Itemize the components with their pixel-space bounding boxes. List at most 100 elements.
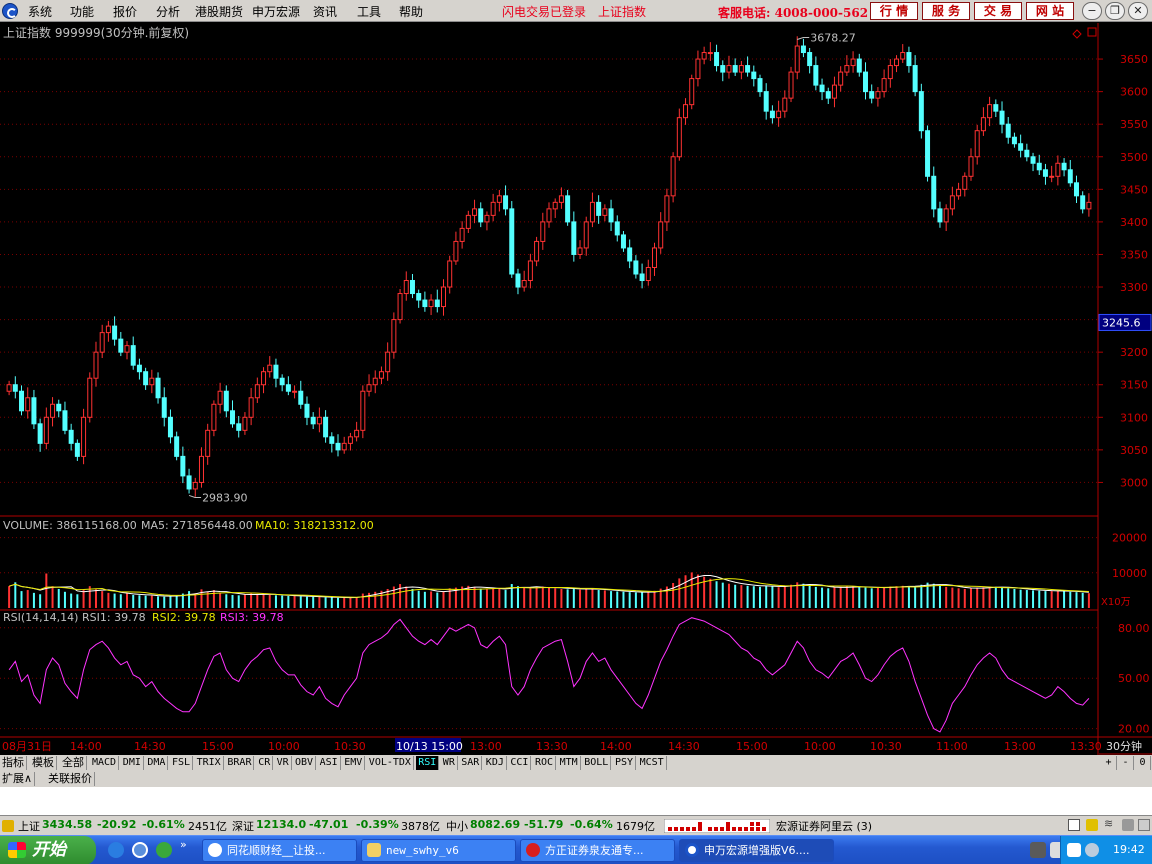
- candle-body: [223, 390, 229, 412]
- x-tick-label: 13:30: [1070, 740, 1102, 753]
- tab-vol-tdx[interactable]: VOL-TDX: [367, 756, 414, 770]
- clock[interactable]: 19:42: [1113, 843, 1145, 856]
- price-tick-label: 3600: [1120, 86, 1148, 99]
- tab--[interactable]: 模板: [30, 756, 57, 770]
- restore-icon[interactable]: ❐: [1105, 2, 1125, 20]
- tab-trix[interactable]: TRIX: [195, 756, 224, 770]
- tab-mtm[interactable]: MTM: [558, 756, 581, 770]
- menu-help[interactable]: 帮助: [399, 3, 423, 20]
- candle-body: [1011, 136, 1017, 145]
- zoom-control-0[interactable]: +: [1101, 756, 1117, 770]
- menu-quote[interactable]: 报价: [113, 3, 137, 20]
- tab-related-quotes[interactable]: 关联报价: [46, 772, 95, 786]
- candle-body: [186, 475, 192, 490]
- ie-icon[interactable]: [108, 842, 124, 858]
- server-status[interactable]: 宏源证券阿里云 (3): [776, 818, 872, 834]
- tab-brar[interactable]: BRAR: [225, 756, 255, 770]
- tab-cr[interactable]: CR: [256, 756, 274, 770]
- tab-dmi[interactable]: DMI: [121, 756, 144, 770]
- tab-emv[interactable]: EMV: [342, 756, 366, 770]
- zoom-control-1[interactable]: -: [1118, 756, 1134, 770]
- x-tick-label: 13:00: [470, 740, 502, 753]
- minimize-icon[interactable]: −: [1082, 2, 1102, 20]
- candle-body: [527, 260, 533, 282]
- menu-shenwan[interactable]: 申万宏源: [252, 3, 300, 20]
- volume-icon[interactable]: [1085, 843, 1099, 857]
- candle-body: [1049, 175, 1055, 178]
- show-desktop-icon[interactable]: [132, 842, 148, 858]
- keyboard-icon[interactable]: [1030, 842, 1046, 858]
- app-logo-icon[interactable]: [2, 3, 18, 19]
- candle-body: [43, 416, 49, 444]
- tab-kdj[interactable]: KDJ: [484, 756, 507, 770]
- tab-boll[interactable]: BOLL: [582, 756, 612, 770]
- menu-system[interactable]: 系统: [28, 3, 52, 20]
- candle-body: [813, 65, 819, 86]
- zoom-control-2[interactable]: 0: [1135, 756, 1151, 770]
- trade-button[interactable]: 交 易: [974, 2, 1022, 20]
- tab-obv[interactable]: OBV: [293, 756, 317, 770]
- tab-vr[interactable]: VR: [275, 756, 292, 770]
- candle-body: [887, 65, 893, 80]
- start-button[interactable]: 开始: [0, 836, 96, 864]
- chart-area[interactable]: 3650360035503500345034003350330032503200…: [0, 23, 1152, 755]
- candle-body: [707, 52, 713, 55]
- tab-dma[interactable]: DMA: [145, 756, 169, 770]
- x-tick-label: 11:00: [936, 740, 968, 753]
- tab-mcst[interactable]: MCST: [638, 756, 667, 770]
- task-fangzheng[interactable]: 方正证券泉友通专...: [520, 839, 675, 862]
- tab-rsi[interactable]: RSI: [416, 756, 440, 770]
- tab-fsl[interactable]: FSL: [170, 756, 194, 770]
- candle-body: [279, 377, 285, 386]
- task-label: new_swhy_v6: [386, 844, 459, 857]
- candle-body: [763, 91, 769, 112]
- task-shenwan[interactable]: 申万宏源增强版V6....: [679, 839, 834, 862]
- tab--[interactable]: 指标: [0, 756, 27, 770]
- task-folder[interactable]: new_swhy_v6: [361, 839, 516, 862]
- note-icon[interactable]: [1086, 819, 1098, 831]
- tab-macd[interactable]: MACD: [90, 756, 120, 770]
- candle-body: [838, 71, 844, 86]
- menu-info[interactable]: 资讯: [313, 3, 337, 20]
- quicklaunch-expand-icon[interactable]: »: [180, 838, 187, 851]
- candle-body: [1067, 169, 1073, 184]
- candle-body: [627, 247, 633, 262]
- flash-trade-status[interactable]: 闪电交易已登录: [502, 3, 586, 20]
- menu-function[interactable]: 功能: [70, 3, 94, 20]
- window-icon[interactable]: [1068, 819, 1080, 831]
- close-icon[interactable]: ✕: [1128, 2, 1148, 20]
- volume-ma10-label: MA10: 318213312.00: [255, 519, 374, 532]
- x-tick-label: 13:30: [536, 740, 568, 753]
- website-button[interactable]: 网 站: [1026, 2, 1074, 20]
- candle-body: [993, 104, 999, 112]
- media-icon[interactable]: [156, 842, 172, 858]
- tab-cci[interactable]: CCI: [508, 756, 532, 770]
- tab-sar[interactable]: SAR: [459, 756, 483, 770]
- market-button[interactable]: 行 情: [870, 2, 918, 20]
- network-icon[interactable]: [1067, 843, 1081, 857]
- sz-name[interactable]: 深证: [232, 818, 254, 834]
- candle-body: [130, 345, 136, 366]
- tab-wr[interactable]: WR: [441, 756, 458, 770]
- menu-tools[interactable]: 工具: [357, 3, 381, 20]
- sh-name[interactable]: 上证: [18, 818, 40, 834]
- rsi3-label: RSI3: 39.78: [220, 611, 284, 624]
- signal-icon[interactable]: ≋: [1104, 817, 1113, 830]
- tab--[interactable]: 全部: [60, 756, 87, 770]
- index-link[interactable]: 上证指数: [598, 3, 646, 20]
- tab-psy[interactable]: PSY: [613, 756, 637, 770]
- tab-expand[interactable]: 扩展∧: [0, 772, 36, 786]
- menu-analysis[interactable]: 分析: [156, 3, 180, 20]
- tab-asi[interactable]: ASI: [318, 756, 341, 770]
- price-tick-label: 3400: [1120, 216, 1148, 229]
- lock-status-icon[interactable]: [1122, 819, 1134, 831]
- candle-body: [912, 65, 918, 93]
- service-button[interactable]: 服 务: [922, 2, 970, 20]
- zx-name[interactable]: 中小: [446, 818, 468, 834]
- candle-body: [683, 104, 689, 119]
- tray-menu-icon[interactable]: [1138, 819, 1150, 831]
- menu-hk-futures[interactable]: 港股期货: [195, 3, 243, 20]
- windows-taskbar: 开始 » 同花顺财经__让投... new_swhy_v6 方正证券泉友通专..…: [0, 835, 1152, 864]
- task-tonghuashun[interactable]: 同花顺财经__让投...: [202, 839, 357, 862]
- tab-roc[interactable]: ROC: [533, 756, 557, 770]
